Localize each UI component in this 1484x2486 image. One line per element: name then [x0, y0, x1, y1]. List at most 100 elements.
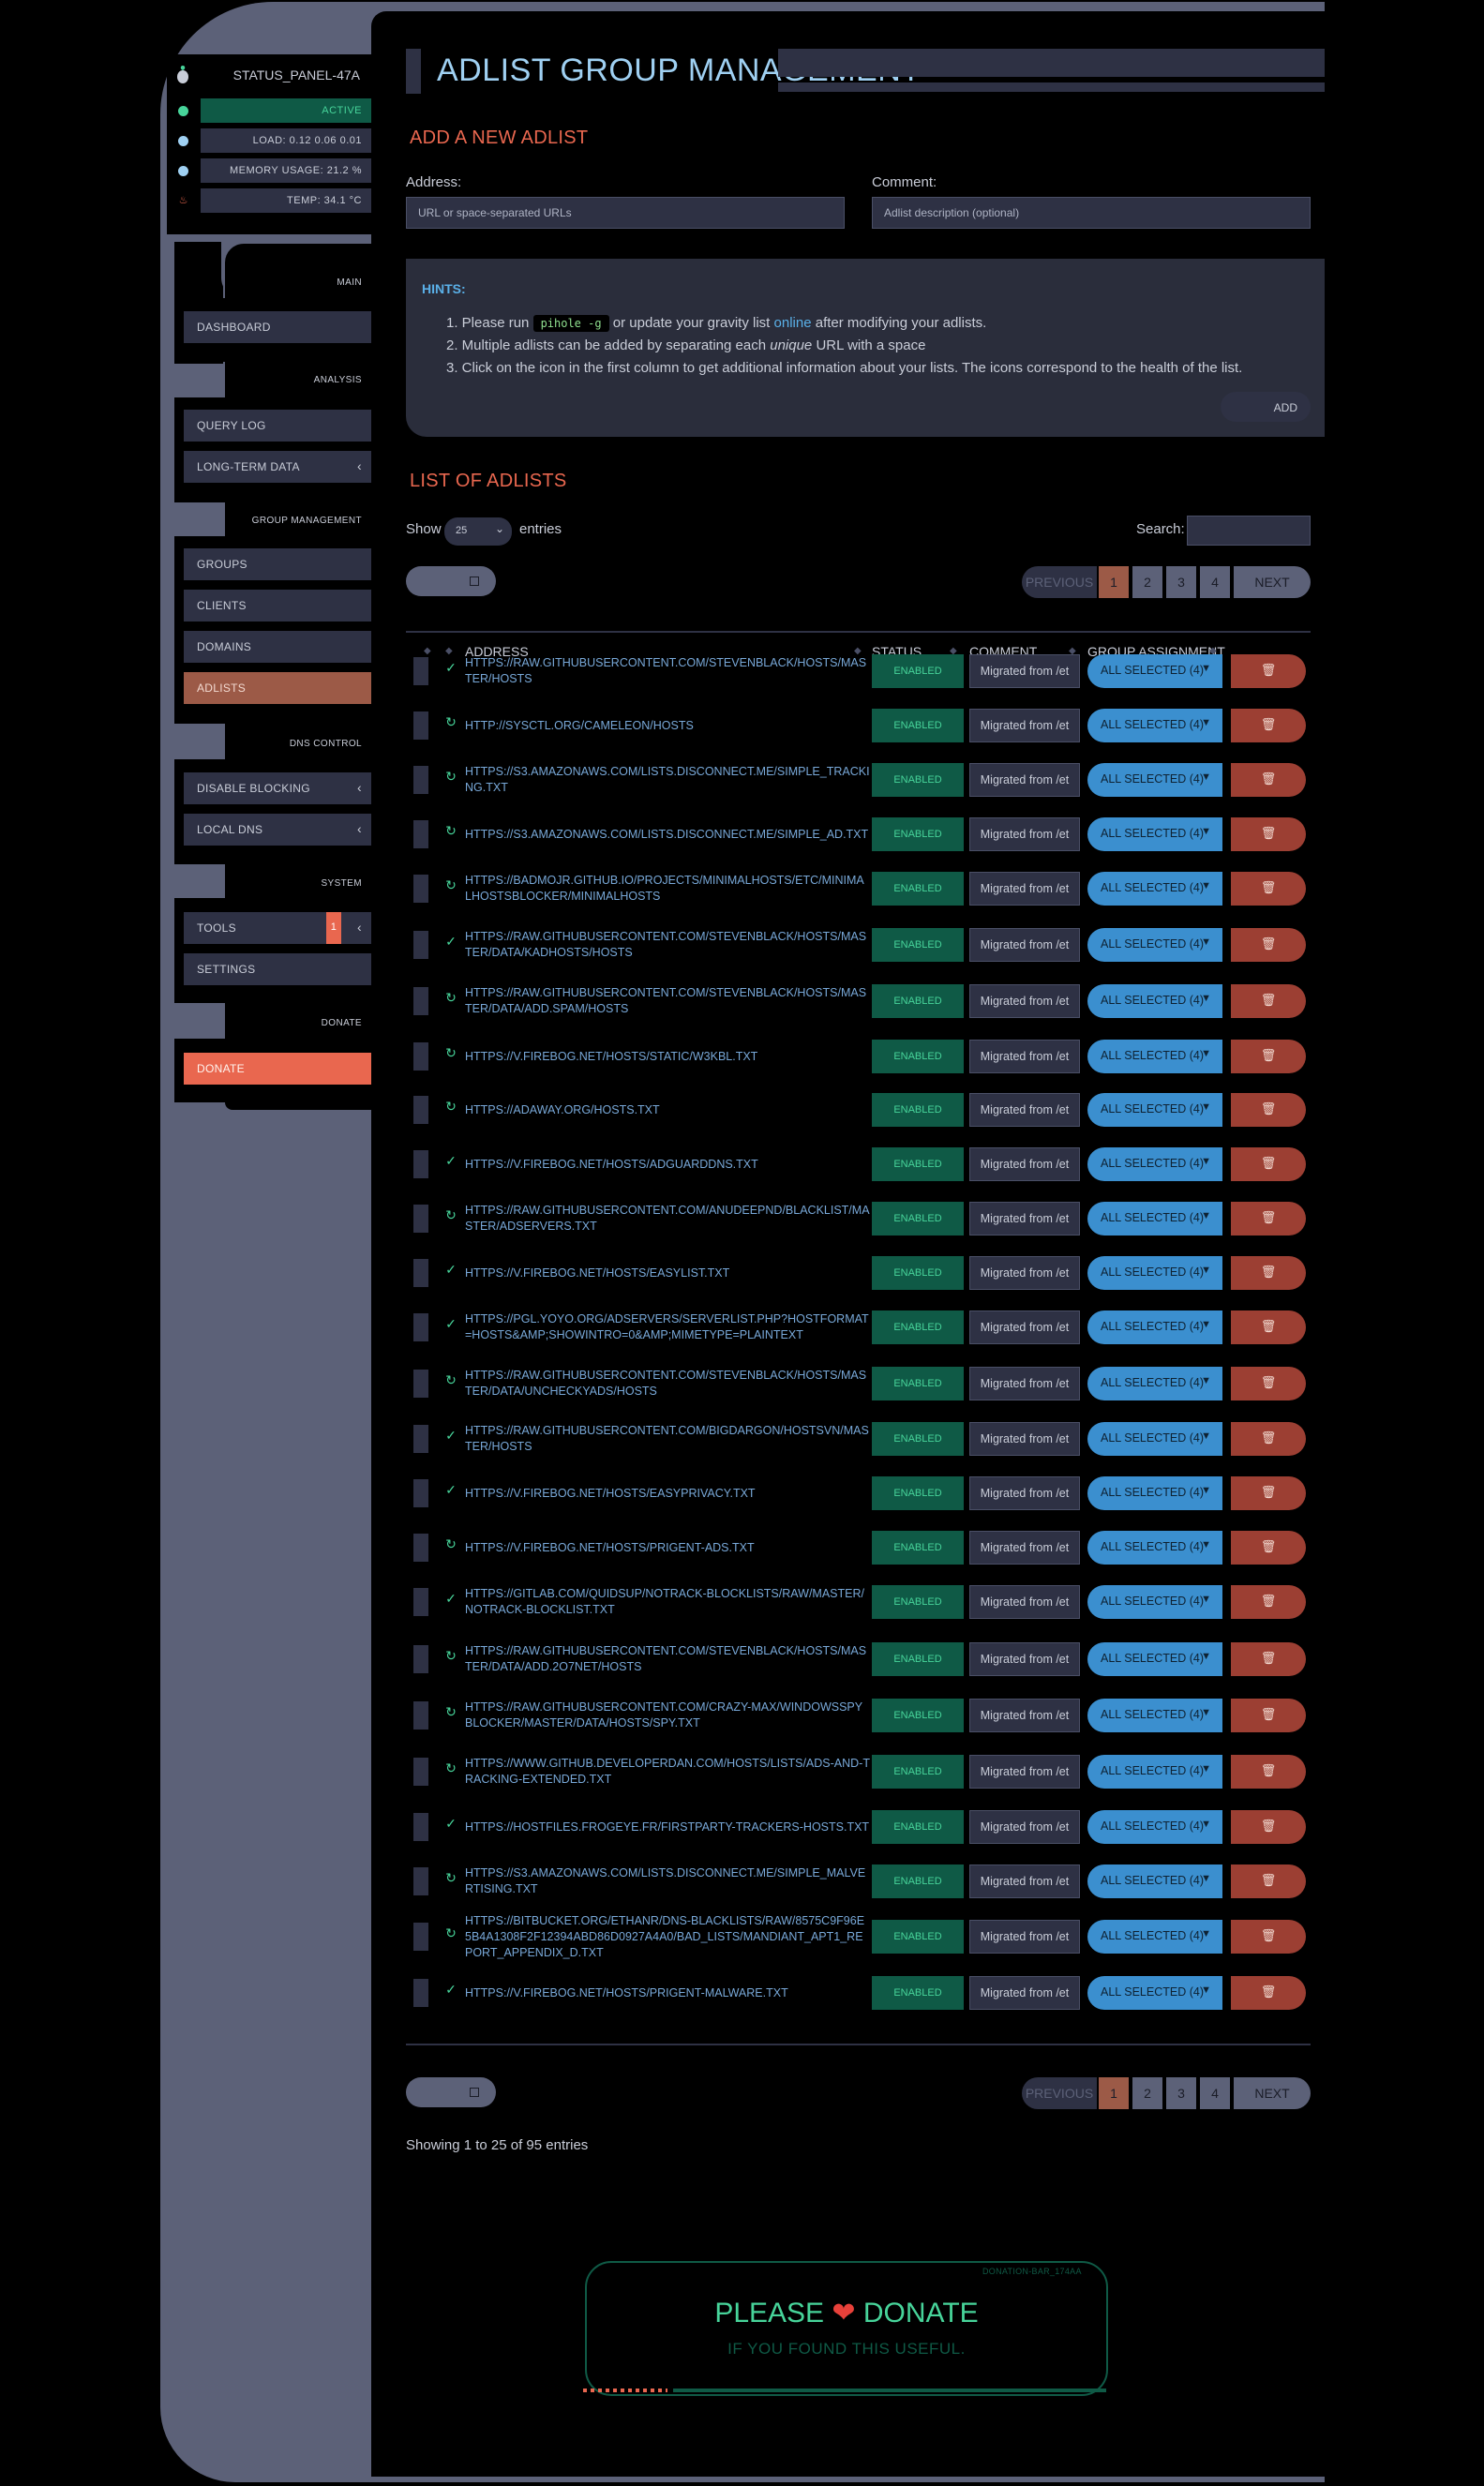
delete-button[interactable]: 🗑 [1231, 1920, 1306, 1954]
group-assignment-select[interactable]: ALL SELECTED (4) ▼ [1087, 1585, 1222, 1619]
status-toggle[interactable]: ENABLED [872, 1920, 964, 1954]
row-select-checkbox[interactable] [413, 1042, 428, 1071]
status-toggle[interactable]: ENABLED [872, 1976, 964, 2010]
history-icon[interactable]: ↻ [443, 714, 458, 730]
check-icon[interactable]: ✓ [443, 1316, 458, 1332]
row-select-checkbox[interactable] [413, 931, 428, 959]
history-icon[interactable]: ↻ [443, 1372, 458, 1388]
row-select-checkbox[interactable] [413, 820, 428, 848]
history-icon[interactable]: ↻ [443, 1704, 458, 1720]
pager-page[interactable]: 3 [1166, 2077, 1196, 2109]
delete-button[interactable]: 🗑 [1231, 654, 1306, 688]
online-link[interactable]: online [774, 315, 812, 331]
row-select-checkbox[interactable] [413, 1425, 428, 1453]
check-icon[interactable]: ✓ [443, 1982, 458, 1998]
add-button[interactable]: ADD [1221, 392, 1311, 422]
row-select-checkbox[interactable] [413, 766, 428, 794]
row-select-checkbox[interactable] [413, 1534, 428, 1562]
delete-button[interactable]: 🗑 [1231, 1422, 1306, 1456]
sidebar-item-settings[interactable]: SETTINGS [184, 953, 371, 985]
pager-page[interactable]: 3 [1166, 566, 1196, 598]
pager-previous[interactable]: PREVIOUS [1022, 2077, 1097, 2109]
history-icon[interactable]: ↻ [443, 990, 458, 1006]
row-select-checkbox[interactable] [413, 1150, 428, 1178]
delete-button[interactable]: 🗑 [1231, 1147, 1306, 1181]
pager-page[interactable]: 4 [1200, 566, 1230, 598]
sidebar-item-donate[interactable]: DONATE [184, 1053, 371, 1085]
row-select-checkbox[interactable] [413, 1259, 428, 1287]
history-icon[interactable]: ↻ [443, 1045, 458, 1061]
status-toggle[interactable]: ENABLED [872, 1755, 964, 1789]
status-toggle[interactable]: ENABLED [872, 1585, 964, 1619]
history-icon[interactable]: ↻ [443, 1207, 458, 1223]
sidebar-item-tools[interactable]: TOOLS 1 ‹ [184, 912, 371, 944]
status-toggle[interactable]: ENABLED [872, 1367, 964, 1400]
comment-field[interactable]: Migrated from /et [969, 872, 1080, 906]
group-assignment-select[interactable]: ALL SELECTED (4) ▼ [1087, 1810, 1222, 1844]
delete-button[interactable]: 🗑 [1231, 1310, 1306, 1344]
check-icon[interactable]: ✓ [443, 1262, 458, 1278]
status-toggle[interactable]: ENABLED [872, 1040, 964, 1073]
pager-page[interactable]: 2 [1132, 566, 1162, 598]
group-assignment-select[interactable]: ALL SELECTED (4) ▼ [1087, 1699, 1222, 1732]
comment-field[interactable]: Migrated from /et [969, 654, 1080, 688]
delete-button[interactable]: 🗑 [1231, 1585, 1306, 1619]
comment-field[interactable]: Migrated from /et [969, 1367, 1080, 1400]
status-toggle[interactable]: ENABLED [872, 1256, 964, 1290]
row-select-checkbox[interactable] [413, 1096, 428, 1124]
group-assignment-select[interactable]: ALL SELECTED (4) ▼ [1087, 1531, 1222, 1565]
comment-field[interactable]: Migrated from /et [969, 763, 1080, 797]
sidebar-item-local-dns[interactable]: LOCAL DNS ‹ [184, 814, 371, 846]
group-assignment-select[interactable]: ALL SELECTED (4) ▼ [1087, 709, 1222, 742]
comment-field[interactable]: Migrated from /et [969, 1531, 1080, 1565]
page-length-select[interactable]: 25 ⌄ [444, 517, 512, 546]
status-toggle[interactable]: ENABLED [872, 1642, 964, 1676]
check-icon[interactable]: ✓ [443, 1482, 458, 1498]
comment-field[interactable]: Migrated from /et [969, 1920, 1080, 1954]
pager-next[interactable]: NEXT [1234, 566, 1311, 598]
status-toggle[interactable]: ENABLED [872, 1476, 964, 1510]
delete-button[interactable]: 🗑 [1231, 984, 1306, 1018]
group-assignment-select[interactable]: ALL SELECTED (4) ▼ [1087, 1093, 1222, 1127]
row-select-checkbox[interactable] [413, 657, 428, 685]
sidebar-item-long-term-data[interactable]: LONG-TERM DATA ‹ [184, 451, 371, 483]
group-assignment-select[interactable]: ALL SELECTED (4) ▼ [1087, 1310, 1222, 1344]
comment-field[interactable]: Migrated from /et [969, 817, 1080, 851]
history-icon[interactable]: ↻ [443, 1870, 458, 1886]
comment-field[interactable]: Migrated from /et [969, 1755, 1080, 1789]
comment-field[interactable]: Migrated from /et [969, 1699, 1080, 1732]
sidebar-item-groups[interactable]: GROUPS [184, 548, 371, 580]
pager-page[interactable]: 2 [1132, 2077, 1162, 2109]
comment-input[interactable] [872, 197, 1311, 229]
group-assignment-select[interactable]: ALL SELECTED (4) ▼ [1087, 1202, 1222, 1236]
delete-button[interactable]: 🗑 [1231, 872, 1306, 906]
history-icon[interactable]: ↻ [443, 1925, 458, 1941]
status-toggle[interactable]: ENABLED [872, 1147, 964, 1181]
comment-field[interactable]: Migrated from /et [969, 709, 1080, 742]
pager-page[interactable]: 4 [1200, 2077, 1230, 2109]
delete-button[interactable]: 🗑 [1231, 1699, 1306, 1732]
status-toggle[interactable]: ENABLED [872, 984, 964, 1018]
status-toggle[interactable]: ENABLED [872, 928, 964, 962]
group-assignment-select[interactable]: ALL SELECTED (4) ▼ [1087, 1642, 1222, 1676]
delete-button[interactable]: 🗑 [1231, 709, 1306, 742]
delete-button[interactable]: 🗑 [1231, 817, 1306, 851]
sidebar-item-clients[interactable]: CLIENTS [184, 590, 371, 622]
delete-button[interactable]: 🗑 [1231, 1810, 1306, 1844]
sidebar-item-query-log[interactable]: QUERY LOG [184, 410, 371, 442]
pager-previous[interactable]: PREVIOUS [1022, 566, 1097, 598]
row-select-checkbox[interactable] [413, 987, 428, 1015]
group-assignment-select[interactable]: ALL SELECTED (4) ▼ [1087, 817, 1222, 851]
delete-button[interactable]: 🗑 [1231, 1040, 1306, 1073]
address-input[interactable] [406, 197, 845, 229]
comment-field[interactable]: Migrated from /et [969, 1256, 1080, 1290]
comment-field[interactable]: Migrated from /et [969, 1585, 1080, 1619]
status-toggle[interactable]: ENABLED [872, 709, 964, 742]
status-toggle[interactable]: ENABLED [872, 1699, 964, 1732]
comment-field[interactable]: Migrated from /et [969, 984, 1080, 1018]
status-toggle[interactable]: ENABLED [872, 1422, 964, 1456]
status-toggle[interactable]: ENABLED [872, 1202, 964, 1236]
row-select-checkbox[interactable] [413, 1867, 428, 1895]
delete-button[interactable]: 🗑 [1231, 1256, 1306, 1290]
delete-button[interactable]: 🗑 [1231, 1531, 1306, 1565]
